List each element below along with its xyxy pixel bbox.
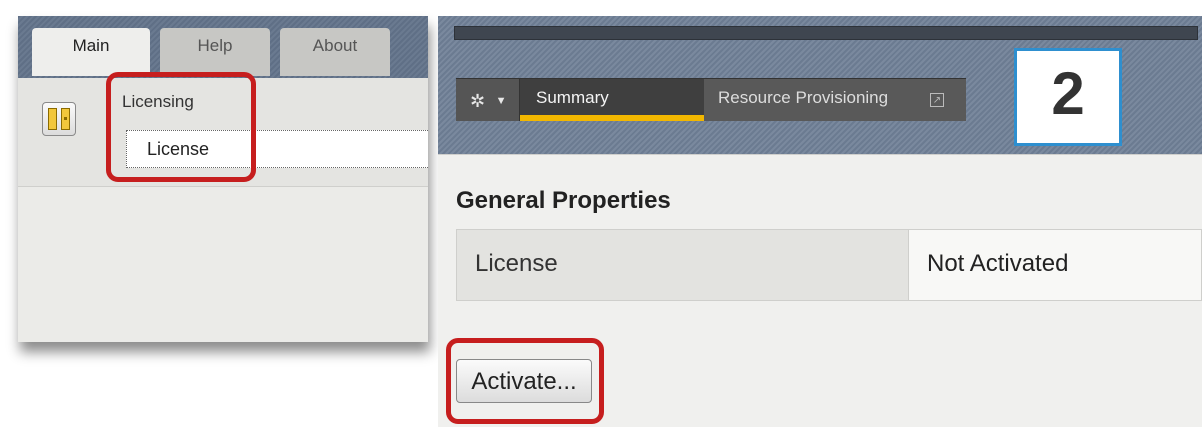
chevron-down-icon: ▼ — [495, 95, 507, 108]
settings-menu-button[interactable]: ✲ ▼ — [456, 79, 520, 121]
section-title: General Properties — [456, 187, 671, 214]
activate-highlight-box — [446, 338, 604, 424]
license-highlight-box — [106, 72, 256, 182]
split-pane-right-column — [61, 108, 70, 130]
tab-help-label: Help — [197, 36, 233, 55]
left-nav-panel: Main Help About Licensing License — [18, 16, 428, 342]
tab-main-label: Main — [72, 36, 110, 55]
split-pane-icon[interactable] — [42, 102, 76, 136]
right-content-panel: ✲ ▼ Summary Resource Provisioning ↗ 2 Ge… — [438, 16, 1202, 427]
tab-summary-label: Summary — [536, 88, 609, 107]
partial-background-text — [24, 392, 134, 427]
content-toolbar: ✲ ▼ Summary Resource Provisioning ↗ — [456, 78, 966, 121]
tab-resource-provisioning[interactable]: Resource Provisioning ↗ — [704, 79, 966, 121]
split-pane-left-column — [48, 108, 57, 130]
tab-resource-provisioning-label: Resource Provisioning — [718, 88, 889, 107]
tab-about-label: About — [312, 36, 358, 55]
gear-icon: ✲ — [470, 91, 486, 112]
general-properties-area: General Properties License Not Activated… — [438, 154, 1202, 427]
left-panel-header: Main Help About — [18, 16, 428, 78]
properties-value-cell: Not Activated — [909, 230, 1201, 300]
license-label: License — [475, 250, 558, 277]
tab-summary[interactable]: Summary — [520, 79, 704, 121]
canvas: Main Help About Licensing License ✲ ▼ Su… — [0, 0, 1202, 427]
properties-table: License Not Activated — [456, 229, 1202, 301]
tab-main[interactable]: Main — [32, 28, 150, 76]
tab-help[interactable]: Help — [160, 28, 270, 76]
title-bar — [454, 26, 1198, 40]
properties-label-cell: License — [457, 230, 909, 300]
external-link-icon: ↗ — [930, 93, 944, 107]
step-number-badge: 2 — [1014, 48, 1122, 146]
right-panel-header: ✲ ▼ Summary Resource Provisioning ↗ 2 — [438, 16, 1202, 154]
license-status-value: Not Activated — [927, 250, 1069, 277]
tab-about[interactable]: About — [280, 28, 390, 76]
